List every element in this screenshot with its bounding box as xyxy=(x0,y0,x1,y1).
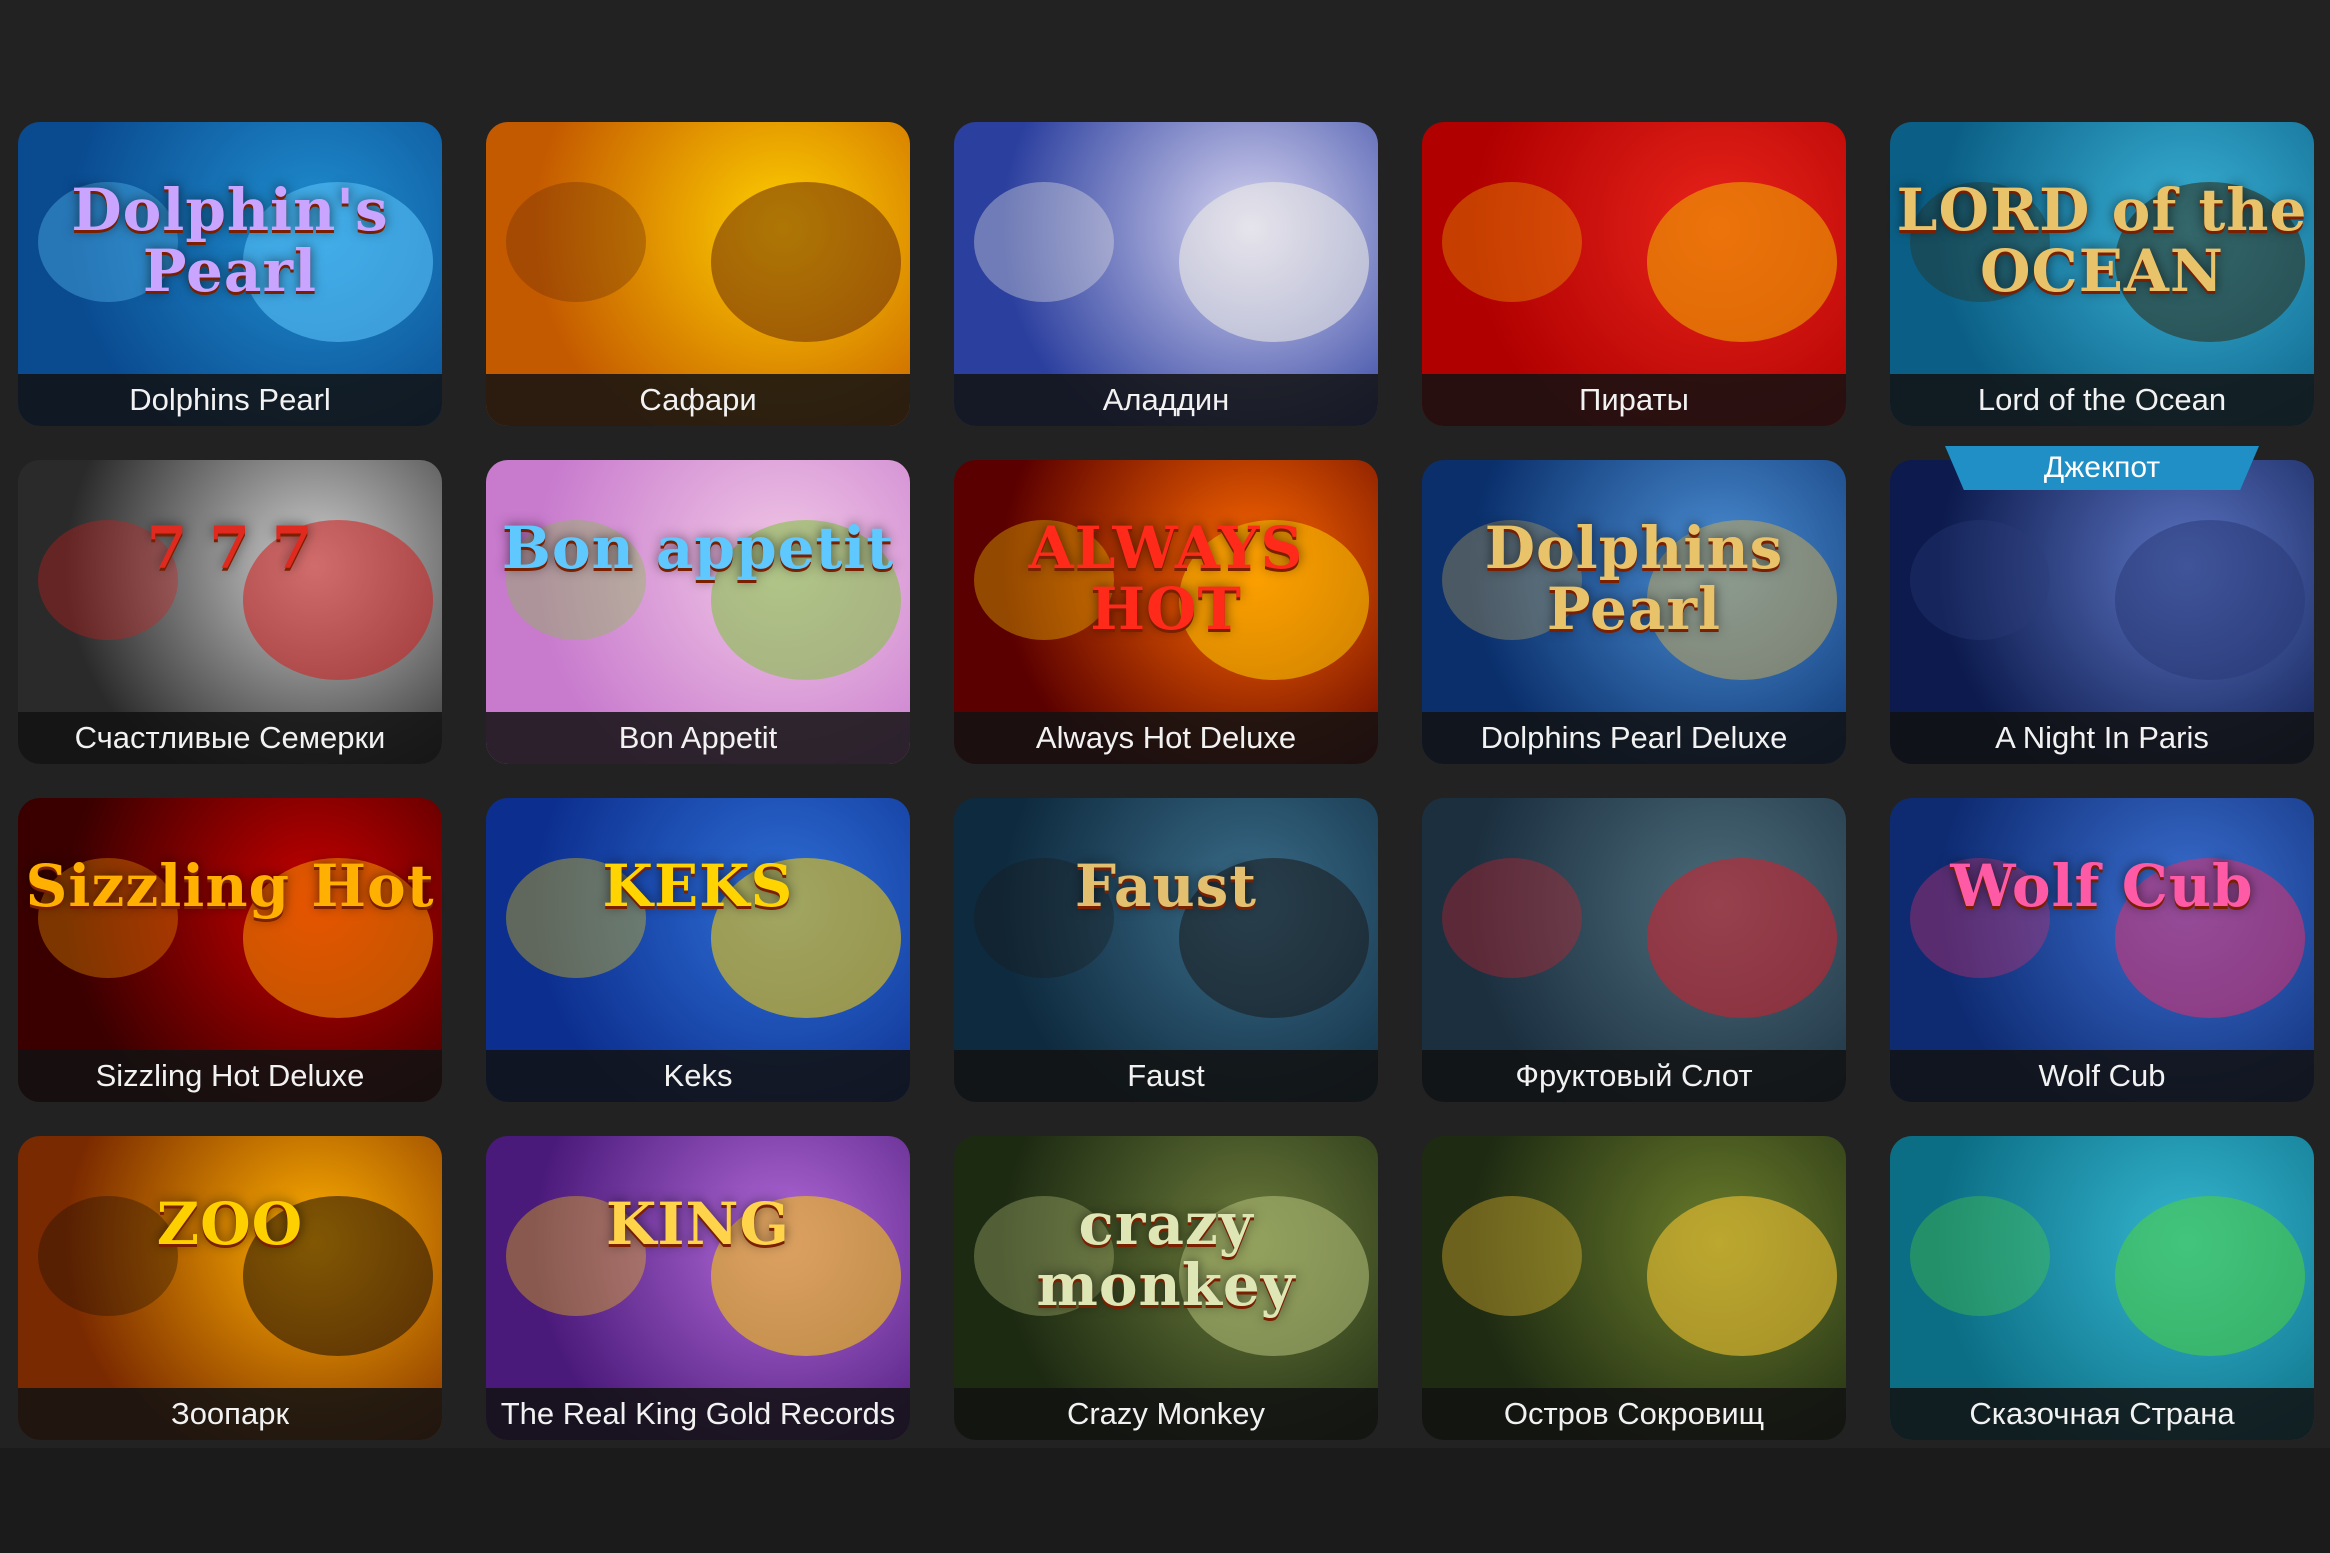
game-tile-dolphins-pearl-deluxe[interactable]: Dolphins Pearl Dolphins Pearl Deluxe xyxy=(1422,460,1846,764)
art-accent-shape xyxy=(1179,520,1369,680)
art-accent-shape xyxy=(506,1196,646,1316)
game-title: Wolf Cub xyxy=(1890,1050,2314,1102)
art-accent-shape xyxy=(974,520,1114,640)
game-title: Сказочная Страна xyxy=(1890,1388,2314,1440)
art-accent-shape xyxy=(1179,858,1369,1018)
art-accent-shape xyxy=(1647,858,1837,1018)
game-tile-sizzling-hot-deluxe[interactable]: Sizzling Hot Sizzling Hot Deluxe xyxy=(18,798,442,1102)
art-accent-shape xyxy=(1910,182,2050,302)
art-accent-shape xyxy=(243,520,433,680)
art-accent-shape xyxy=(506,182,646,302)
game-tile-a-night-in-paris[interactable]: Джекпот A Night In Paris xyxy=(1890,446,2314,764)
games-grid: Dolphin's Pearl Dolphins Pearl Сафари Ал… xyxy=(18,122,2314,1440)
art-accent-shape xyxy=(243,182,433,342)
art-accent-shape xyxy=(711,520,901,680)
art-accent-shape xyxy=(2115,858,2305,1018)
game-tile-safari[interactable]: Сафари xyxy=(486,122,910,426)
art-accent-shape xyxy=(974,858,1114,978)
game-title: Faust xyxy=(954,1050,1378,1102)
art-accent-shape xyxy=(506,858,646,978)
game-title: Зоопарк xyxy=(18,1388,442,1440)
art-accent-shape xyxy=(711,182,901,342)
art-accent-shape xyxy=(1647,1196,1837,1356)
art-accent-shape xyxy=(38,858,178,978)
art-accent-shape xyxy=(1442,1196,1582,1316)
page-footer-band xyxy=(0,1448,2330,1553)
art-accent-shape xyxy=(1442,520,1582,640)
game-tile-dolphins-pearl[interactable]: Dolphin's Pearl Dolphins Pearl xyxy=(18,122,442,426)
game-title: Lord of the Ocean xyxy=(1890,374,2314,426)
art-accent-shape xyxy=(1442,182,1582,302)
game-title: Always Hot Deluxe xyxy=(954,712,1378,764)
game-tile-lucky-sevens[interactable]: 7 7 7 Счастливые Семерки xyxy=(18,460,442,764)
art-accent-shape xyxy=(506,520,646,640)
game-title: Sizzling Hot Deluxe xyxy=(18,1050,442,1102)
game-title: Остров Сокровищ xyxy=(1422,1388,1846,1440)
art-accent-shape xyxy=(243,858,433,1018)
game-title: Dolphins Pearl xyxy=(18,374,442,426)
game-tile-lord-of-the-ocean[interactable]: LORD of the OCEAN Lord of the Ocean xyxy=(1890,122,2314,426)
game-title: Сафари xyxy=(486,374,910,426)
art-accent-shape xyxy=(1647,182,1837,342)
art-accent-shape xyxy=(974,1196,1114,1316)
art-accent-shape xyxy=(711,858,901,1018)
art-accent-shape xyxy=(711,1196,901,1356)
art-accent-shape xyxy=(2115,182,2305,342)
game-tile-crazy-monkey[interactable]: crazy monkey Crazy Monkey xyxy=(954,1136,1378,1440)
game-tile-pirates[interactable]: Пираты xyxy=(1422,122,1846,426)
game-tile-aladdin[interactable]: Аладдин xyxy=(954,122,1378,426)
art-accent-shape xyxy=(38,182,178,302)
art-accent-shape xyxy=(38,520,178,640)
game-title: Фруктовый Слот xyxy=(1422,1050,1846,1102)
game-tile-fruit-slot[interactable]: Фруктовый Слот xyxy=(1422,798,1846,1102)
game-title: Пираты xyxy=(1422,374,1846,426)
game-tile-fairy-land[interactable]: Сказочная Страна xyxy=(1890,1136,2314,1440)
game-tile-wolf-cub[interactable]: Wolf Cub Wolf Cub xyxy=(1890,798,2314,1102)
game-tile-the-real-king-gold-records[interactable]: KING The Real King Gold Records xyxy=(486,1136,910,1440)
art-accent-shape xyxy=(1442,858,1582,978)
game-tile-always-hot-deluxe[interactable]: ALWAYS HOT Always Hot Deluxe xyxy=(954,460,1378,764)
art-accent-shape xyxy=(243,1196,433,1356)
game-title: A Night In Paris xyxy=(1890,712,2314,764)
game-tile-bon-appetit[interactable]: Bon appetit Bon Appetit xyxy=(486,460,910,764)
art-accent-shape xyxy=(1179,1196,1369,1356)
game-tile-faust[interactable]: Faust Faust xyxy=(954,798,1378,1102)
game-title: Dolphins Pearl Deluxe xyxy=(1422,712,1846,764)
game-title: The Real King Gold Records xyxy=(486,1388,910,1440)
game-title: Keks xyxy=(486,1050,910,1102)
art-accent-shape xyxy=(1910,520,2050,640)
art-accent-shape xyxy=(974,182,1114,302)
art-accent-shape xyxy=(1647,520,1837,680)
game-title: Аладдин xyxy=(954,374,1378,426)
game-title: Crazy Monkey xyxy=(954,1388,1378,1440)
game-tile-treasure-island[interactable]: Остров Сокровищ xyxy=(1422,1136,1846,1440)
game-title: Счастливые Семерки xyxy=(18,712,442,764)
art-accent-shape xyxy=(38,1196,178,1316)
game-title: Bon Appetit xyxy=(486,712,910,764)
art-accent-shape xyxy=(1910,858,2050,978)
art-accent-shape xyxy=(1910,1196,2050,1316)
art-accent-shape xyxy=(1179,182,1369,342)
game-tile-keks[interactable]: KEKS Keks xyxy=(486,798,910,1102)
art-accent-shape xyxy=(2115,520,2305,680)
jackpot-badge: Джекпот xyxy=(1945,446,2259,490)
game-tile-zoo[interactable]: ZOO Зоопарк xyxy=(18,1136,442,1440)
art-accent-shape xyxy=(2115,1196,2305,1356)
